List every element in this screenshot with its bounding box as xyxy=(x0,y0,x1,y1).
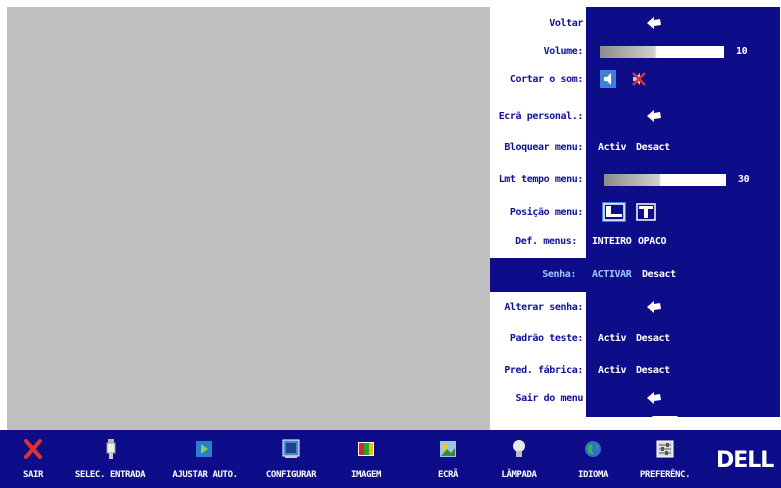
toolbar-preferences-label: PREFERÊNC. xyxy=(639,470,691,480)
position-bottom-left-icon[interactable] xyxy=(602,202,626,222)
change-password-label: Alterar senha: xyxy=(504,302,583,313)
speaker-muted-icon[interactable] xyxy=(630,70,648,88)
toolbar-auto-adjust-label: AJUSTAR AUTO. xyxy=(172,470,238,480)
password-enable[interactable]: ACTIVAR xyxy=(592,258,632,292)
menu-timeout-slider[interactable] xyxy=(604,174,726,186)
menu-timeout-label: Lmt tempo menu: xyxy=(498,174,584,185)
menu-row-test-pattern[interactable]: Padrão teste: Activ Desact xyxy=(490,322,780,356)
menu-timeout-value: 30 xyxy=(738,174,750,185)
toolbar-language[interactable]: IDIOMA xyxy=(564,430,622,488)
mute-label: Cortar o som: xyxy=(509,74,583,85)
dell-logo: DELL xyxy=(716,448,774,473)
toolbar-auto-adjust[interactable]: AJUSTAR AUTO. xyxy=(163,430,247,488)
toolbar-input-select[interactable]: SELEC. ENTRADA xyxy=(64,430,156,488)
toolbar-language-label: IDIOMA xyxy=(577,470,609,480)
toolbar-exit[interactable]: SAIR xyxy=(10,430,56,488)
exit-menu-label: Sair do menu xyxy=(515,393,584,404)
toolbar-setup-label: CONFIGURAR xyxy=(265,470,317,480)
menu-row-change-password[interactable]: Alterar senha: xyxy=(490,291,780,325)
test-pattern-off[interactable]: Desact xyxy=(636,322,670,356)
toolbar-image-label: IMAGEM xyxy=(350,470,382,480)
toolbar-exit-label: SAIR xyxy=(22,470,44,480)
password-label: Senha: xyxy=(542,269,576,280)
toolbar-lamp[interactable]: LÂMPADA xyxy=(488,430,550,488)
return-arrow-icon[interactable] xyxy=(646,391,662,405)
return-arrow-icon[interactable] xyxy=(646,300,662,314)
projected-screen-area xyxy=(7,7,490,432)
menu-pointer-triangle xyxy=(652,416,678,431)
menu-row-lock-menu[interactable]: Bloquear menu: Activ Desact xyxy=(490,131,780,165)
toolbar-screen[interactable]: ECRÃ xyxy=(418,430,478,488)
play-square-icon xyxy=(196,441,212,457)
password-disable[interactable]: Desact xyxy=(642,258,676,292)
toolbar-input-select-label: SELEC. ENTRADA xyxy=(74,470,146,480)
position-center-icon[interactable] xyxy=(636,203,656,221)
menu-def-opaque[interactable]: OPACO xyxy=(638,225,667,259)
toolbar-image[interactable]: IMAGEM xyxy=(336,430,396,488)
menu-def-full[interactable]: INTEIRO xyxy=(592,225,632,259)
lock-menu-label: Bloquear menu: xyxy=(504,142,583,153)
screen-display-icon xyxy=(440,441,456,457)
globe-icon xyxy=(585,441,601,457)
toolbar-preferences[interactable]: PREFERÊNC. xyxy=(630,430,700,488)
preferences-sliders-icon xyxy=(656,440,674,458)
menu-def-label: Def. menus: xyxy=(515,236,577,247)
menu-row-exit[interactable]: Sair do menu xyxy=(490,382,780,416)
toolbar-lamp-label: LÂMPADA xyxy=(501,470,537,480)
lock-menu-off[interactable]: Desact xyxy=(636,131,670,165)
custom-screen-label: Ecrã personal.: xyxy=(498,111,584,122)
menu-row-custom-screen[interactable]: Ecrã personal.: xyxy=(490,100,780,134)
monitor-setup-icon xyxy=(282,439,300,458)
lightbulb-icon xyxy=(513,440,525,457)
test-pattern-on[interactable]: Activ xyxy=(598,322,627,356)
volume-slider[interactable] xyxy=(600,46,724,58)
return-arrow-icon[interactable] xyxy=(646,109,662,123)
return-arrow-icon[interactable] xyxy=(646,16,662,30)
menu-row-menu-def[interactable]: Def. menus: INTEIRO OPACO xyxy=(490,225,780,259)
exit-x-icon xyxy=(24,439,42,459)
menu-row-password[interactable]: Senha: ACTIVAR Desact xyxy=(490,258,780,292)
color-bars-icon xyxy=(358,442,374,456)
toolbar-setup[interactable]: CONFIGURAR xyxy=(252,430,330,488)
lock-menu-on[interactable]: Activ xyxy=(598,131,627,165)
menu-row-mute[interactable]: Cortar o som: xyxy=(490,63,780,97)
speaker-on-icon[interactable] xyxy=(600,70,616,88)
bottom-toolbar: SAIR SELEC. ENTRADA AJUSTAR AUTO. CONFIG… xyxy=(0,430,781,488)
test-pattern-label: Padrão teste: xyxy=(509,333,583,344)
menu-row-menu-timeout[interactable]: Lmt tempo menu: 30 xyxy=(490,163,780,197)
connector-plug-icon xyxy=(106,439,116,459)
toolbar-screen-label: ECRÃ xyxy=(437,470,459,480)
